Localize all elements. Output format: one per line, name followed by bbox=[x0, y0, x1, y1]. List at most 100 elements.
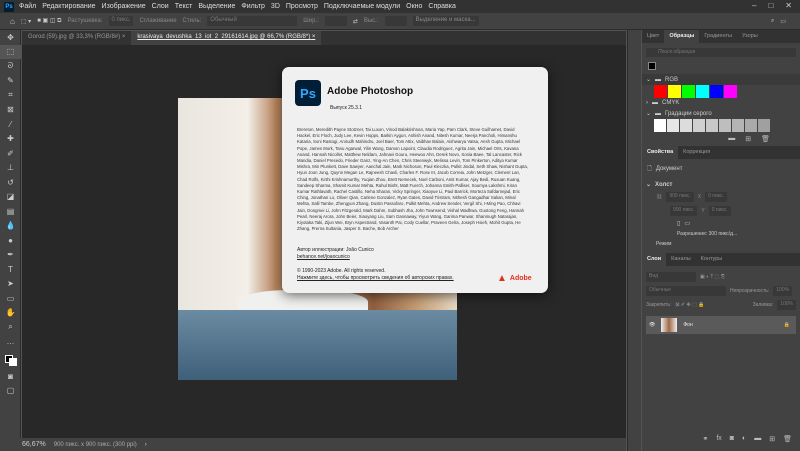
quick-mask-icon[interactable]: ◙ bbox=[0, 369, 21, 384]
gradient-tool-icon[interactable]: ▤ bbox=[0, 204, 21, 219]
recent-swatch[interactable] bbox=[648, 62, 656, 70]
color-swatches-icon[interactable] bbox=[0, 349, 21, 369]
swatch[interactable] bbox=[745, 119, 757, 132]
landscape-icon[interactable]: ▭ bbox=[684, 220, 690, 227]
antialias-checkbox[interactable]: Сглаживание bbox=[139, 18, 176, 24]
tab-adjustments[interactable]: Коррекция bbox=[678, 146, 715, 159]
menu-select[interactable]: Выделение bbox=[198, 3, 235, 10]
legal-link[interactable]: Нажмите здесь, чтобы просмотреть сведени… bbox=[297, 275, 454, 281]
style-select[interactable]: Обычный bbox=[207, 16, 298, 26]
illustration-link[interactable]: behance.net/joaocunico bbox=[297, 254, 350, 260]
tab-properties[interactable]: Свойства bbox=[642, 146, 679, 159]
feather-input[interactable]: 0 пикс. bbox=[108, 16, 134, 26]
menu-plugins[interactable]: Подключаемые модули bbox=[324, 3, 400, 10]
y-field[interactable]: 0 пикс. bbox=[708, 206, 731, 216]
search-icon[interactable]: ⌕ bbox=[771, 18, 774, 25]
workspace-icon[interactable]: ▭ bbox=[780, 18, 786, 25]
blend-mode-select[interactable]: Обычные bbox=[646, 286, 726, 296]
pen-tool-icon[interactable]: ✒ bbox=[0, 248, 21, 263]
menu-layers[interactable]: Слои bbox=[152, 3, 169, 10]
swatch-group-grayscale[interactable]: ⌄ ▬ Градации серого bbox=[642, 108, 800, 119]
height-input[interactable] bbox=[384, 16, 407, 26]
screen-mode-icon[interactable]: ▢ bbox=[0, 384, 21, 399]
canvas-section[interactable]: ⌄ Холст bbox=[642, 179, 800, 190]
swatches-search-input[interactable]: Поиск образцов bbox=[646, 48, 796, 57]
tab-channels[interactable]: Каналы bbox=[666, 253, 696, 266]
new-layer-icon[interactable]: ⊞ bbox=[769, 435, 775, 443]
width-field[interactable]: 900 пикс. bbox=[666, 192, 694, 202]
path-selection-icon[interactable]: ➤ bbox=[0, 277, 21, 292]
healing-brush-icon[interactable]: ✚ bbox=[0, 132, 21, 147]
swatch[interactable] bbox=[680, 119, 692, 132]
filter-icons[interactable]: ▣ ◐ T ⬚ ⎘ bbox=[700, 274, 725, 280]
swatch[interactable] bbox=[682, 85, 695, 98]
tab-color[interactable]: Цвет bbox=[642, 30, 664, 43]
swatch[interactable] bbox=[667, 119, 679, 132]
lock-icons[interactable]: ⊠ ✐ ✥ ⬚ 🔒 bbox=[675, 302, 704, 308]
fill-input[interactable]: 100% bbox=[777, 300, 796, 310]
tab-gradients[interactable]: Градиенты bbox=[699, 30, 737, 43]
opacity-input[interactable]: 100% bbox=[773, 286, 793, 296]
status-menu-arrow[interactable]: › bbox=[145, 442, 147, 448]
rectangle-tool-icon[interactable]: ▭ bbox=[0, 291, 21, 306]
swatch[interactable] bbox=[719, 119, 731, 132]
delete-layer-icon[interactable]: 🗑 bbox=[783, 435, 792, 443]
tab-patterns[interactable]: Узоры bbox=[737, 30, 763, 43]
group-icon[interactable]: ▬ bbox=[754, 435, 761, 443]
brush-tool-icon[interactable]: ✐ bbox=[0, 146, 21, 161]
move-tool-icon[interactable]: ✥ bbox=[0, 30, 21, 45]
menu-view[interactable]: Просмотр bbox=[286, 3, 318, 10]
close-tab-icon[interactable]: × bbox=[312, 34, 316, 40]
swatch[interactable] bbox=[668, 85, 681, 98]
crop-tool-icon[interactable]: ⌗ bbox=[0, 88, 21, 103]
tab-gorod[interactable]: Gorod (59).jpg @ 33,3% (RGB/8#) × bbox=[22, 31, 131, 45]
link-icon[interactable]: ⛓ bbox=[656, 194, 662, 200]
zoom-tool-icon[interactable]: ⌕ bbox=[0, 320, 21, 335]
menu-file[interactable]: Файл bbox=[19, 3, 36, 10]
about-dialog[interactable]: Ps Adobe Photoshop Выпуск 25.3.1 Brereto… bbox=[282, 67, 548, 293]
swatch[interactable] bbox=[693, 119, 705, 132]
tab-paths[interactable]: Контуры bbox=[696, 253, 728, 266]
menu-3d[interactable]: 3D bbox=[271, 3, 280, 10]
layer-filter-select[interactable]: Вид bbox=[646, 272, 696, 282]
minimize-button[interactable]: – bbox=[752, 1, 756, 10]
swatch[interactable] bbox=[706, 119, 718, 132]
swatch[interactable] bbox=[710, 85, 723, 98]
swatch[interactable] bbox=[696, 85, 709, 98]
trash-icon[interactable]: 🗑 bbox=[761, 135, 770, 143]
more-tools-icon[interactable]: … bbox=[0, 335, 21, 350]
swatch-group-cmyk[interactable]: › ▬ CMYK bbox=[642, 98, 800, 108]
eye-icon[interactable]: 👁 bbox=[649, 322, 655, 328]
swatch[interactable] bbox=[654, 85, 667, 98]
tab-swatches[interactable]: Образцы bbox=[664, 30, 700, 43]
close-tab-icon[interactable]: × bbox=[122, 34, 126, 40]
home-icon[interactable]: ⌂ bbox=[10, 17, 15, 26]
eyedropper-tool-icon[interactable]: ⁄ bbox=[0, 117, 21, 132]
frame-tool-icon[interactable]: ⊠ bbox=[0, 103, 21, 118]
clone-stamp-icon[interactable]: ⊥ bbox=[0, 161, 21, 176]
marquee-preset-icon[interactable]: ⬚ ▾ bbox=[21, 18, 31, 25]
tab-layers[interactable]: Слои bbox=[642, 253, 667, 266]
menu-window[interactable]: Окно bbox=[406, 3, 422, 10]
eraser-tool-icon[interactable]: ◪ bbox=[0, 190, 21, 205]
layer-row[interactable]: 👁 Фон 🔒 bbox=[646, 316, 796, 334]
close-button[interactable]: ✕ bbox=[785, 1, 792, 10]
swatch[interactable] bbox=[724, 85, 737, 98]
mask-icon[interactable]: ◙ bbox=[730, 435, 734, 443]
swatch[interactable] bbox=[654, 119, 666, 132]
menu-help[interactable]: Справка bbox=[428, 3, 455, 10]
dodge-tool-icon[interactable]: ● bbox=[0, 233, 21, 248]
portrait-icon[interactable]: ▯ bbox=[677, 220, 680, 227]
marquee-tool-icon[interactable]: ⬚ bbox=[0, 44, 21, 59]
menu-filter[interactable]: Фильтр bbox=[241, 3, 265, 10]
x-field[interactable]: 0 пикс. bbox=[705, 192, 727, 202]
type-tool-icon[interactable]: T bbox=[0, 262, 21, 277]
adjustment-layer-icon[interactable]: ◐ bbox=[742, 435, 746, 443]
selection-mode-icons[interactable]: ■ ▣ ◫ ⧉ bbox=[37, 17, 61, 25]
menu-type[interactable]: Текст bbox=[175, 3, 193, 10]
width-input[interactable] bbox=[324, 16, 347, 26]
height-field[interactable]: 900 пикс. bbox=[670, 206, 698, 216]
maximize-button[interactable]: □ bbox=[768, 1, 773, 10]
lasso-tool-icon[interactable]: ᘐ bbox=[0, 59, 21, 74]
swatch[interactable] bbox=[732, 119, 744, 132]
